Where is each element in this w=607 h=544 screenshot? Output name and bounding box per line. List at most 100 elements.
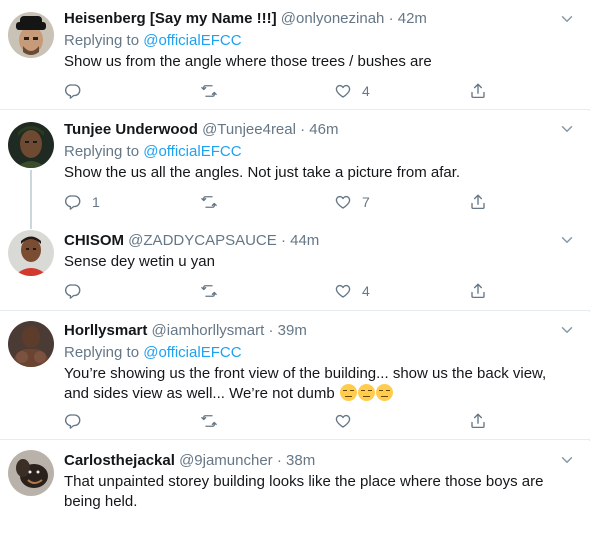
unamused-face-emoji xyxy=(357,384,375,401)
timestamp[interactable]: 44m xyxy=(290,232,319,249)
mention-link[interactable]: @officialEFCC xyxy=(143,32,241,49)
tweet-text: Show us from the angle where those trees… xyxy=(64,52,580,72)
retweet-icon xyxy=(200,193,218,211)
tweet[interactable]: Horllysmart @iamhorllysmart · 39m Replyi… xyxy=(0,312,590,440)
avatar[interactable] xyxy=(8,122,54,168)
reply-feed: Heisenberg [Say my Name !!!] @onlyonezin… xyxy=(0,0,590,544)
avatar[interactable] xyxy=(8,450,54,496)
chevron-down-icon[interactable] xyxy=(558,231,576,249)
avatar[interactable] xyxy=(8,12,54,58)
tweet-text: Sense dey wetin u yan xyxy=(64,252,580,272)
retweet-button[interactable] xyxy=(200,281,228,301)
tweet-header: Horllysmart @iamhorllysmart · 39m xyxy=(64,321,580,341)
heart-icon xyxy=(334,193,352,211)
heart-icon xyxy=(334,82,352,100)
heart-icon xyxy=(334,282,352,300)
replying-to: Replying to @officialEFCC xyxy=(64,142,580,162)
tweet-text-line: Sense dey wetin u yan xyxy=(64,253,215,270)
tweet-actions: 4 xyxy=(64,81,494,101)
like-button[interactable]: 7 xyxy=(334,192,370,212)
heart-icon xyxy=(334,412,352,430)
mention-link[interactable]: @officialEFCC xyxy=(143,344,241,361)
tweet-text: That unpainted storey building looks lik… xyxy=(64,472,580,512)
reply-button[interactable] xyxy=(64,281,92,301)
separator: · xyxy=(388,10,394,27)
reply-icon xyxy=(64,82,82,100)
separator: · xyxy=(300,121,306,138)
like-button[interactable]: 4 xyxy=(334,81,370,101)
share-icon xyxy=(469,412,487,430)
retweet-button[interactable] xyxy=(200,81,228,101)
tweet-text-line: and sides view as well... We’re not dumb xyxy=(64,385,335,402)
reply-button[interactable] xyxy=(64,411,92,431)
like-count: 7 xyxy=(362,194,370,210)
user-handle[interactable]: @onlyonezinah xyxy=(281,10,385,27)
user-handle[interactable]: @iamhorllysmart xyxy=(152,322,265,339)
like-count: 4 xyxy=(362,83,370,99)
user-handle[interactable]: @ZADDYCAPSAUCE xyxy=(128,232,277,249)
tweet-text: You’re showing us the front view of the … xyxy=(64,364,580,404)
reply-icon xyxy=(64,282,82,300)
share-button[interactable] xyxy=(469,411,487,431)
separator: · xyxy=(268,322,274,339)
reply-button[interactable] xyxy=(64,81,92,101)
tweet-text-line: You’re showing us the front view of the … xyxy=(64,365,547,382)
chevron-down-icon[interactable] xyxy=(558,10,576,28)
like-count: 4 xyxy=(362,283,370,299)
tweet-text-line: Show the us all the angles. Not just tak… xyxy=(64,164,461,181)
tweet[interactable]: Carlosthejackal @9jamuncher · 38m That u… xyxy=(0,441,590,544)
tweet-text-line: being held. xyxy=(64,493,138,510)
display-name[interactable]: CHISOM xyxy=(64,232,124,249)
tweet-actions xyxy=(64,411,494,431)
tweet-header: CHISOM @ZADDYCAPSAUCE · 44m xyxy=(64,231,580,251)
display-name[interactable]: Tunjee Underwood xyxy=(64,121,198,138)
retweet-button[interactable] xyxy=(200,411,228,431)
retweet-icon xyxy=(200,282,218,300)
like-button[interactable] xyxy=(334,411,362,431)
separator: · xyxy=(276,452,282,469)
display-name[interactable]: Carlosthejackal xyxy=(64,452,175,469)
tweet[interactable]: CHISOM @ZADDYCAPSAUCE · 44m Sense dey we… xyxy=(0,221,590,311)
timestamp[interactable]: 42m xyxy=(398,10,427,27)
reply-button[interactable]: 1 xyxy=(64,192,100,212)
separator: · xyxy=(280,232,286,249)
unamused-face-emoji xyxy=(339,384,357,401)
reply-icon xyxy=(64,412,82,430)
replying-to: Replying to @officialEFCC xyxy=(64,31,580,51)
display-name[interactable]: Horllysmart xyxy=(64,322,147,339)
retweet-button[interactable] xyxy=(200,192,228,212)
thread-line xyxy=(30,221,32,229)
chevron-down-icon[interactable] xyxy=(558,321,576,339)
tweet-actions: 1 7 xyxy=(64,192,494,212)
user-handle[interactable]: @Tunjee4real xyxy=(202,121,296,138)
like-button[interactable]: 4 xyxy=(334,281,370,301)
tweet-text: Show the us all the angles. Not just tak… xyxy=(64,163,580,183)
tweet[interactable]: Heisenberg [Say my Name !!!] @onlyonezin… xyxy=(0,0,590,110)
share-icon xyxy=(469,193,487,211)
share-button[interactable] xyxy=(469,281,487,301)
mention-link[interactable]: @officialEFCC xyxy=(143,143,241,160)
chevron-down-icon[interactable] xyxy=(558,120,576,138)
avatar[interactable] xyxy=(8,321,54,367)
thread-line xyxy=(30,170,32,221)
reply-icon xyxy=(64,193,82,211)
reply-count: 1 xyxy=(92,194,100,210)
tweet-text-line-2: and sides view as well... We’re not dumb xyxy=(64,384,580,404)
replying-to-label: Replying to xyxy=(64,344,140,361)
chevron-down-icon[interactable] xyxy=(558,451,576,469)
share-button[interactable] xyxy=(469,192,487,212)
timestamp[interactable]: 39m xyxy=(278,322,307,339)
tweet-header: Heisenberg [Say my Name !!!] @onlyonezin… xyxy=(64,9,580,29)
tweet[interactable]: Tunjee Underwood @Tunjee4real · 46m Repl… xyxy=(0,111,590,221)
share-icon xyxy=(469,82,487,100)
timestamp[interactable]: 46m xyxy=(309,121,338,138)
avatar[interactable] xyxy=(8,230,54,276)
user-handle[interactable]: @9jamuncher xyxy=(179,452,273,469)
unamused-face-emoji xyxy=(375,384,393,401)
timestamp[interactable]: 38m xyxy=(286,452,315,469)
share-button[interactable] xyxy=(469,81,487,101)
display-name[interactable]: Heisenberg [Say my Name !!!] xyxy=(64,10,277,27)
tweet-text-line: Show us from the angle where those trees… xyxy=(64,53,432,70)
share-icon xyxy=(469,282,487,300)
retweet-icon xyxy=(200,82,218,100)
